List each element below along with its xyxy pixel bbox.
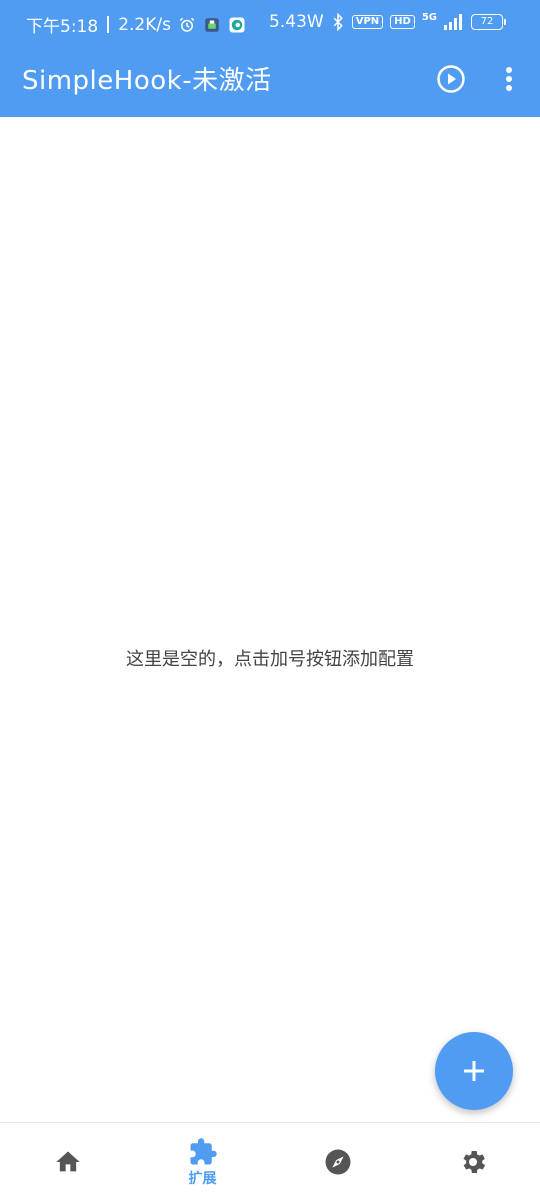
battery-indicator: 72 [471, 14, 506, 30]
status-bar: 下午5:18 2.2K/s 5.43W VPN HD 5G 72 [0, 0, 540, 48]
nav-label-extension: 扩展 [188, 1170, 217, 1187]
signal-icon [444, 14, 464, 30]
battery-tip [504, 19, 506, 25]
extension-icon [187, 1137, 219, 1167]
compass-icon [323, 1147, 353, 1177]
app-bar: 下午5:18 2.2K/s 5.43W VPN HD 5G 72 SimpleH… [0, 0, 540, 117]
bluetooth-icon [331, 13, 345, 31]
settings-icon [458, 1147, 488, 1177]
status-bar-right: 5.43W VPN HD 5G 72 [269, 12, 506, 32]
vpn-badge: VPN [351, 15, 384, 29]
status-net-speed: 2.2K/s [118, 14, 171, 35]
edge-browser-icon [228, 16, 246, 34]
more-vert-icon [505, 66, 513, 92]
battery-level: 72 [471, 14, 503, 30]
status-time: 下午5:18 [26, 17, 99, 37]
nav-item-home[interactable] [0, 1123, 135, 1201]
app-notification-icon [203, 16, 221, 34]
status-power: 5.43W [269, 12, 324, 32]
add-config-button[interactable] [435, 1032, 513, 1110]
play-button[interactable] [434, 62, 468, 96]
empty-state-message: 这里是空的，点击加号按钮添加配置 [126, 649, 414, 670]
home-icon [53, 1148, 83, 1176]
status-bar-left: 下午5:18 2.2K/s [26, 12, 246, 37]
bottom-navigation: 扩展 [0, 1122, 540, 1201]
nav-item-settings[interactable] [405, 1123, 540, 1201]
play-circle-icon [436, 64, 466, 94]
network-type: 5G [421, 12, 437, 23]
plus-icon [462, 1059, 486, 1083]
toolbar-title: SimpleHook-未激活 [22, 66, 272, 96]
more-options-button[interactable] [492, 62, 526, 96]
nav-item-explore[interactable] [270, 1123, 405, 1201]
status-separator [107, 16, 110, 33]
nav-item-extension[interactable]: 扩展 [135, 1123, 270, 1201]
hd-badge: HD [390, 15, 415, 29]
alarm-icon [178, 16, 196, 34]
